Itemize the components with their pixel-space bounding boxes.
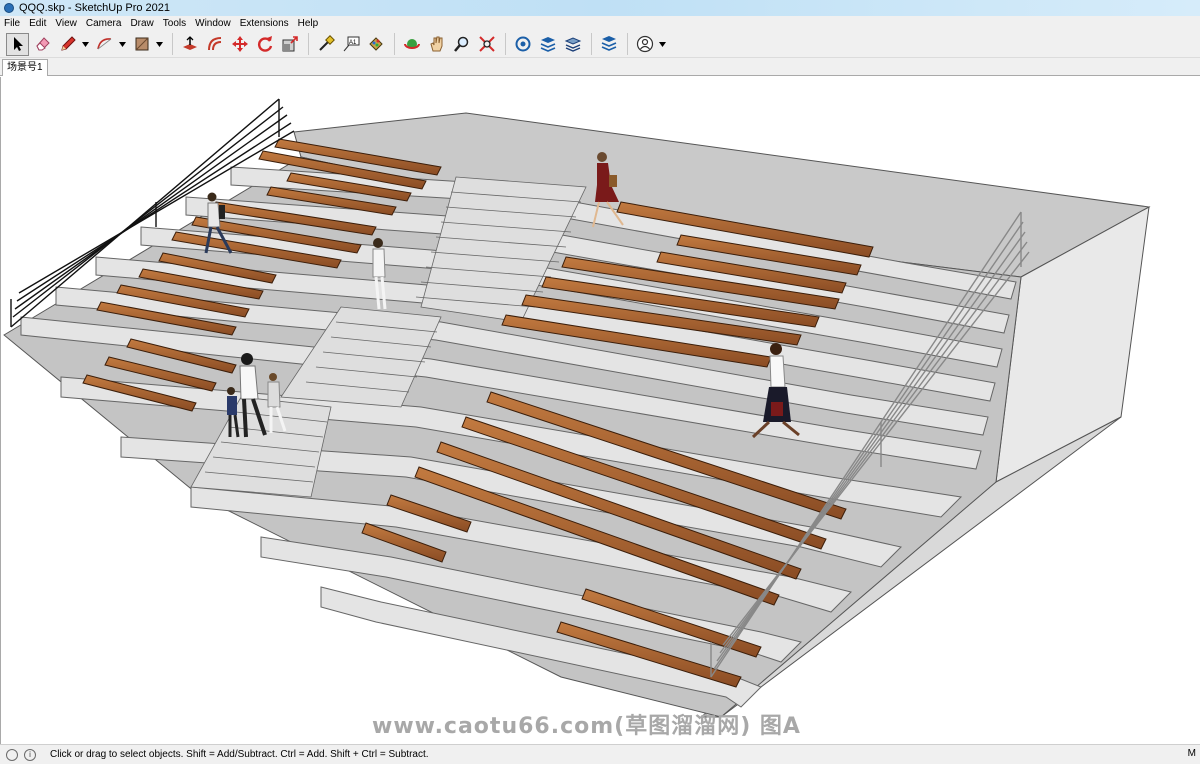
model-scene bbox=[3, 98, 1151, 718]
extension-manager-icon bbox=[601, 36, 616, 51]
status-hint: Click or drag to select objects. Shift =… bbox=[50, 749, 429, 760]
line-tool-dropdown[interactable] bbox=[81, 33, 89, 56]
offset-icon bbox=[207, 37, 221, 51]
menu-window[interactable]: Window bbox=[195, 18, 231, 29]
extension-warehouse-icon bbox=[540, 37, 555, 52]
watermark: www.caotu66.com(草图溜溜网) 图A bbox=[372, 714, 801, 739]
text-tool[interactable]: A1 bbox=[339, 33, 362, 56]
menu-file[interactable]: File bbox=[4, 18, 20, 29]
scale-tool[interactable] bbox=[278, 33, 301, 56]
arc-tool-dropdown[interactable] bbox=[118, 33, 126, 56]
move-icon bbox=[231, 36, 248, 52]
account-button[interactable] bbox=[633, 33, 656, 56]
eraser-icon bbox=[35, 37, 50, 51]
layout-icon bbox=[564, 37, 581, 52]
chevron-down-icon bbox=[658, 41, 666, 47]
scene-tab-bar: 场景号1 bbox=[0, 58, 1200, 76]
toolbar-separator bbox=[394, 33, 395, 55]
menu-help[interactable]: Help bbox=[298, 18, 319, 29]
hand-icon bbox=[429, 36, 442, 52]
toolbar-separator bbox=[505, 33, 506, 55]
arc-icon bbox=[96, 38, 111, 50]
toolbar-separator bbox=[591, 33, 592, 55]
tape-measure-icon bbox=[318, 35, 335, 51]
toolbar-separator bbox=[627, 33, 628, 55]
orbit-tool[interactable] bbox=[400, 33, 423, 56]
warehouse-button[interactable] bbox=[511, 33, 534, 56]
offset-tool[interactable] bbox=[203, 33, 226, 56]
toolbar-separator bbox=[172, 33, 173, 55]
menu-view[interactable]: View bbox=[55, 18, 77, 29]
extension-manager-button[interactable] bbox=[597, 33, 620, 56]
menu-bar: File Edit View Camera Draw Tools Window … bbox=[0, 16, 1200, 31]
eraser-tool[interactable] bbox=[31, 33, 54, 56]
select-tool[interactable] bbox=[6, 32, 29, 56]
geo-location-icon[interactable] bbox=[6, 748, 18, 761]
tape-measure-tool[interactable] bbox=[314, 33, 337, 56]
warehouse-icon bbox=[515, 36, 530, 52]
orbit-icon bbox=[403, 39, 420, 49]
rectangle-tool-dropdown[interactable] bbox=[155, 33, 163, 56]
title-bar: QQQ.skp - SketchUp Pro 2021 bbox=[0, 0, 1200, 16]
scale-icon bbox=[282, 36, 298, 52]
chevron-down-icon bbox=[118, 41, 126, 47]
measurements-label: M bbox=[1187, 748, 1196, 759]
extension-warehouse-button[interactable] bbox=[536, 33, 559, 56]
arrow-cursor-icon bbox=[13, 37, 23, 51]
line-tool[interactable] bbox=[56, 33, 79, 56]
info-icon[interactable]: i bbox=[24, 748, 36, 761]
paint-bucket-tool[interactable] bbox=[364, 33, 387, 56]
paint-bucket-icon bbox=[368, 37, 383, 51]
status-bar: i Click or drag to select objects. Shift… bbox=[0, 744, 1200, 764]
sketchup-app-icon bbox=[4, 3, 14, 13]
text-tool-label: A1 bbox=[349, 40, 357, 46]
menu-tools[interactable]: Tools bbox=[163, 18, 186, 29]
pencil-icon bbox=[60, 36, 76, 51]
rectangle-tool[interactable] bbox=[130, 33, 153, 56]
arc-tool[interactable] bbox=[93, 33, 116, 56]
move-tool[interactable] bbox=[228, 33, 251, 56]
menu-camera[interactable]: Camera bbox=[86, 18, 122, 29]
user-icon bbox=[636, 35, 653, 53]
zoom-extents-icon bbox=[478, 36, 495, 52]
rotate-tool[interactable] bbox=[253, 33, 276, 56]
account-dropdown[interactable] bbox=[658, 33, 666, 56]
main-toolbar: A1 bbox=[0, 31, 1200, 58]
magnifier-icon bbox=[453, 36, 468, 52]
layout-button[interactable] bbox=[561, 33, 584, 56]
menu-edit[interactable]: Edit bbox=[29, 18, 46, 29]
text-icon: A1 bbox=[343, 36, 359, 52]
zoom-extents-tool[interactable] bbox=[475, 33, 498, 56]
menu-draw[interactable]: Draw bbox=[130, 18, 153, 29]
push-pull-tool[interactable] bbox=[178, 33, 201, 56]
rotate-icon bbox=[257, 36, 272, 52]
toolbar-separator bbox=[308, 33, 309, 55]
pan-tool[interactable] bbox=[425, 33, 448, 56]
scene-tab-1[interactable]: 场景号1 bbox=[2, 59, 48, 76]
menu-extensions[interactable]: Extensions bbox=[240, 18, 289, 29]
chevron-down-icon bbox=[81, 41, 89, 47]
zoom-tool[interactable] bbox=[450, 33, 473, 56]
rectangle-icon bbox=[135, 37, 148, 51]
modeling-viewport[interactable] bbox=[0, 77, 1200, 744]
window-title: QQQ.skp - SketchUp Pro 2021 bbox=[19, 2, 171, 14]
push-pull-icon bbox=[182, 36, 197, 50]
chevron-down-icon bbox=[155, 41, 163, 47]
